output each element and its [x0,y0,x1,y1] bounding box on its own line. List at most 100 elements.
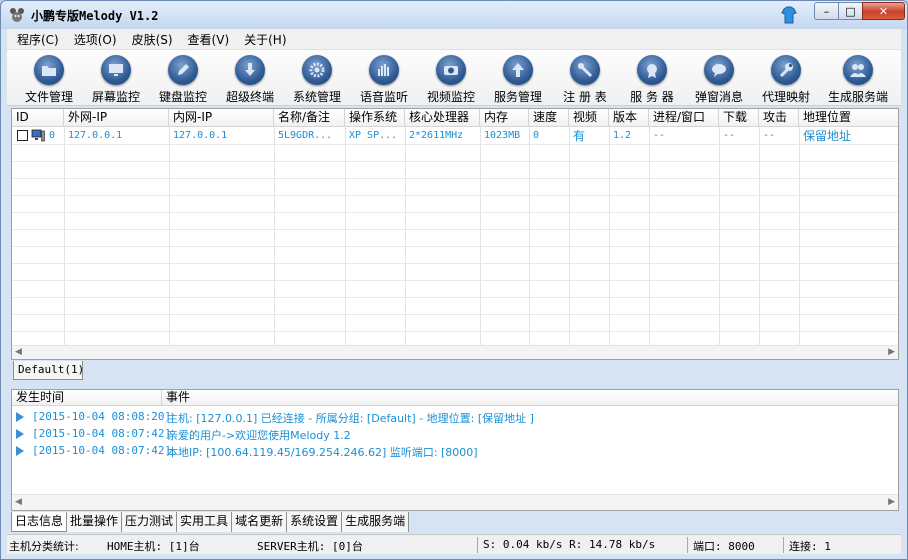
scroll-right-arrow-icon[interactable]: ▶ [888,497,895,507]
video-monitor-button[interactable]: 视频监控 [416,50,486,106]
tab-utilities[interactable]: 实用工具 [177,512,233,532]
row-checkbox[interactable] [17,130,28,141]
tab-batch[interactable]: 批量操作 [67,512,123,532]
tab-settings[interactable]: 系统设置 [287,512,343,532]
cell-version: 1.2 [613,130,632,141]
column-header-attack[interactable]: 攻击 [759,109,799,127]
tools-icon [570,55,600,85]
title-bar[interactable]: 小鹏专版Melody V1.2 – □ ✕ [1,1,907,29]
maximize-button[interactable]: □ [838,2,863,20]
toolbar-label: 屏幕监控 [91,90,140,104]
menu-about[interactable]: 关于(H) [239,31,291,48]
toolbar-label: 弹窗消息 [694,90,743,104]
cell-memory: 1023MB [484,130,521,141]
grid-line [12,263,898,264]
file-manager-button[interactable]: 文件管理 [14,50,84,106]
cell-speed: 0 [533,130,540,141]
log-event: 主机: [127.0.0.1] 已经连接 - 所属分组: [Default] -… [167,412,534,425]
main-window: 小鹏专版Melody V1.2 – □ ✕ 程序(C) 选项(O) 皮肤(S) … [0,0,908,560]
grid-line [799,127,800,345]
grid-line [12,229,898,230]
horizontal-scrollbar[interactable]: ◀ ▶ [12,494,898,510]
log-entry[interactable]: [2015-10-04 08:08:20] 主机: [127.0.0.1] 已经… [12,409,898,425]
toolbar-label: 代理映射 [761,90,810,104]
status-separator [477,537,478,553]
menu-options[interactable]: 选项(O) [69,31,122,48]
horizontal-scrollbar[interactable]: ◀ ▶ [12,345,898,359]
grid-line [405,127,406,345]
status-connections: 连接: 1 [789,540,831,553]
equalizer-icon [369,55,399,85]
grid-line [274,127,275,345]
log-entry[interactable]: [2015-10-04 08:07:42] 本地IP: [100.64.119.… [12,443,898,459]
grid-line [649,127,650,345]
computer-icon [31,129,45,142]
column-header-id[interactable]: ID [12,109,64,127]
log-list-header: 发生时间 事件 [12,390,898,406]
toolbar-label: 生成服务端 [827,90,888,104]
column-header-os[interactable]: 操作系统 [345,109,405,127]
badge-icon [637,55,667,85]
grid-line [12,280,898,281]
column-header-version[interactable]: 版本 [609,109,649,127]
menu-skin[interactable]: 皮肤(S) [127,31,178,48]
close-button[interactable]: ✕ [862,2,905,20]
client-list[interactable]: ID 外网-IP 内网-IP 名称/备注 操作系统 核心处理器 内存 速度 视频… [11,108,899,360]
column-header-process[interactable]: 进程/窗口 [649,109,719,127]
grid-line [569,127,570,345]
skin-shirt-icon[interactable] [781,6,797,24]
scroll-left-arrow-icon[interactable]: ◀ [15,347,22,357]
column-header-memory[interactable]: 内存 [480,109,529,127]
grid-line [12,212,898,213]
status-speed: S: 0.04 kb/s R: 14.78 kb/s [483,538,656,551]
column-header-name[interactable]: 名称/备注 [274,109,345,127]
column-header-lan-ip[interactable]: 内网-IP [169,109,274,127]
service-manager-button[interactable]: 服务管理 [483,50,553,106]
popup-message-button[interactable]: 弹窗消息 [684,50,754,106]
voice-monitor-button[interactable]: 语音监听 [349,50,419,106]
group-tab-default[interactable]: Default(1) [13,361,84,380]
status-separator [687,537,688,553]
tab-stress-test[interactable]: 压力测试 [122,512,178,532]
minimize-button[interactable]: – [814,2,839,20]
keyboard-monitor-button[interactable]: 键盘监控 [148,50,218,106]
tab-build-server[interactable]: 生成服务端 [342,512,410,532]
toolbar: 文件管理 屏幕监控 键盘监控 超级终端 系统管理 语音监听 视频监控 服务管理 [7,50,901,106]
menu-bar: 程序(C) 选项(O) 皮肤(S) 查看(V) 关于(H) [7,29,901,49]
scroll-right-arrow-icon[interactable]: ▶ [888,347,895,357]
cell-wan-ip: 127.0.0.1 [68,130,123,141]
log-entry[interactable]: [2015-10-04 08:07:42] 亲爱的用户->欢迎您使用Melody… [12,426,898,442]
grid-line [529,127,530,345]
column-header-cpu[interactable]: 核心处理器 [405,109,480,127]
log-time: [2015-10-04 08:07:42] [32,444,172,457]
folder-icon [34,55,64,85]
column-header-speed[interactable]: 速度 [529,109,569,127]
scroll-left-arrow-icon[interactable]: ◀ [15,497,22,507]
grid-line [12,331,898,332]
screen-monitor-button[interactable]: 屏幕监控 [81,50,151,106]
arrow-bullet-icon [16,446,24,456]
menu-program[interactable]: 程序(C) [12,31,64,48]
up-arrow-icon [503,55,533,85]
server-button[interactable]: 服 务 器 [617,50,687,106]
proxy-mapping-button[interactable]: 代理映射 [751,50,821,106]
column-header-download[interactable]: 下载 [719,109,759,127]
registry-button[interactable]: 注 册 表 [550,50,620,106]
system-manager-button[interactable]: 系统管理 [282,50,352,106]
monitor-icon [101,55,131,85]
grid-line [64,127,65,345]
column-header-location[interactable]: 地理位置 [799,109,898,127]
camera-icon [436,55,466,85]
tab-log[interactable]: 日志信息 [11,512,68,532]
grid-line [759,127,760,345]
menu-view[interactable]: 查看(V) [183,31,235,48]
column-header-wan-ip[interactable]: 外网-IP [64,109,169,127]
grid-line [12,314,898,315]
tab-domain-update[interactable]: 域名更新 [232,512,288,532]
super-terminal-button[interactable]: 超级终端 [215,50,285,106]
build-server-button[interactable]: 生成服务端 [818,50,898,106]
column-header-event[interactable]: 事件 [162,390,898,406]
column-header-video[interactable]: 视频 [569,109,609,127]
log-list[interactable]: 发生时间 事件 [2015-10-04 08:08:20] 主机: [127.0… [11,389,899,511]
column-header-time[interactable]: 发生时间 [12,390,162,406]
